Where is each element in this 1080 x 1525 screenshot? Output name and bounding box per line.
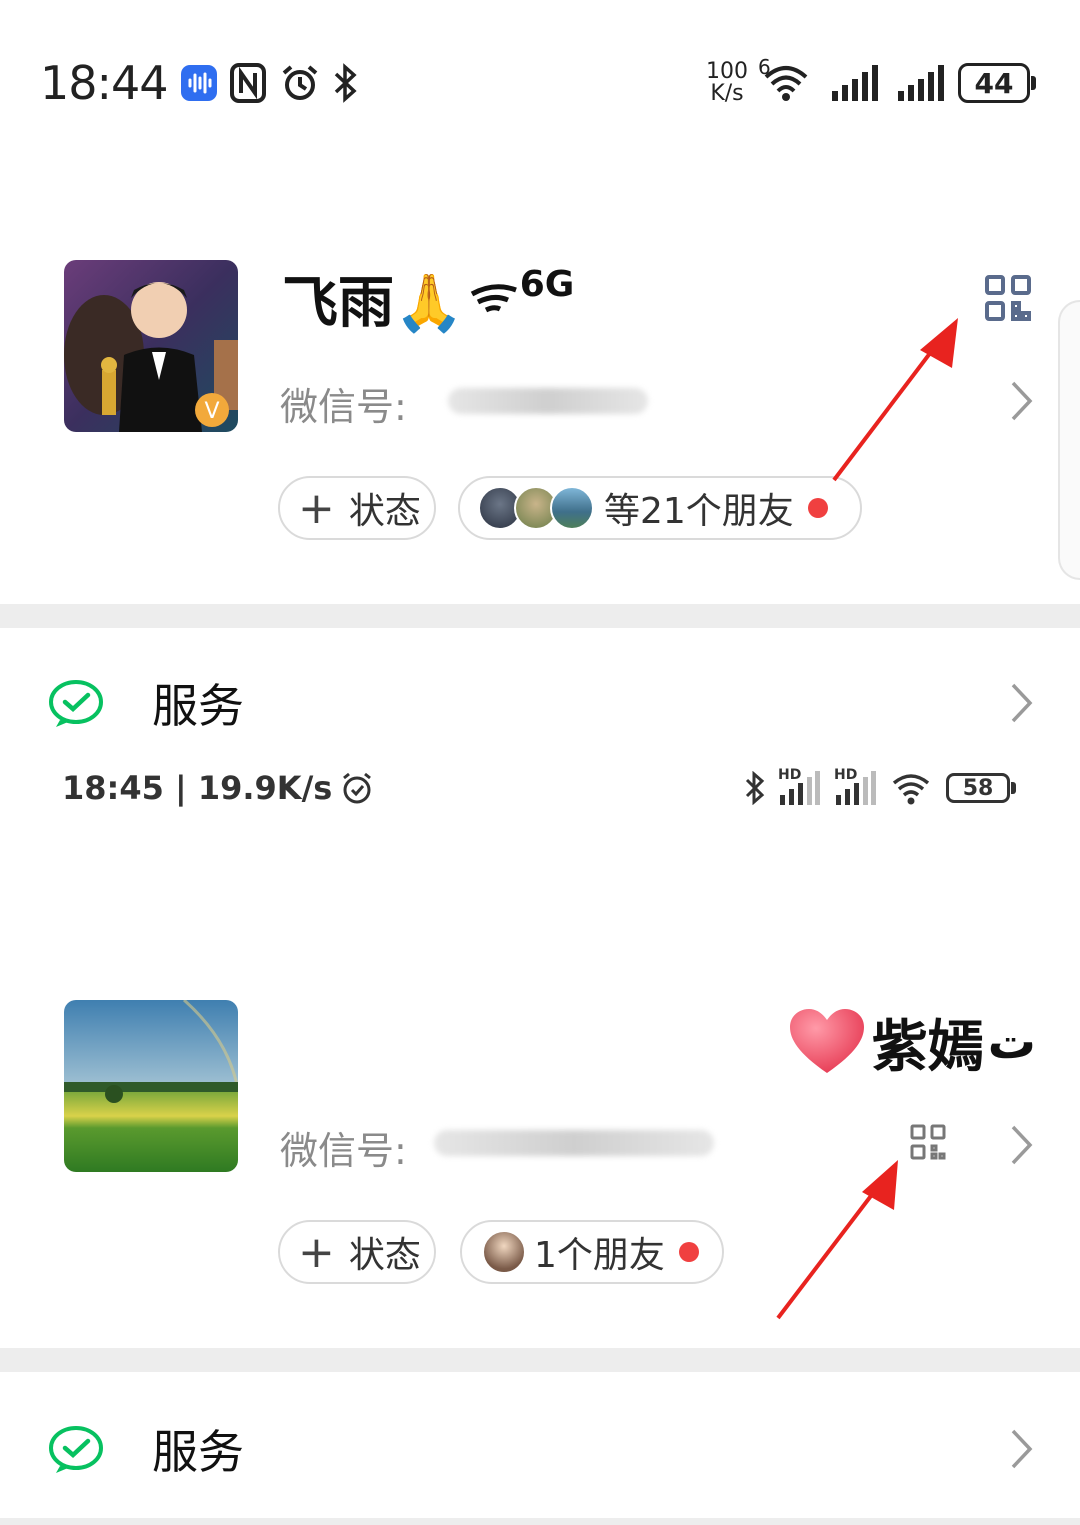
friend-avatar bbox=[550, 486, 594, 530]
chevron-right-icon[interactable] bbox=[1010, 380, 1034, 426]
profile-name-suffix: 6G bbox=[519, 263, 575, 305]
network-speed-value: 100 bbox=[706, 59, 748, 84]
wifi-icon: 6 bbox=[758, 55, 812, 103]
annotation-arrow bbox=[832, 318, 958, 482]
profile-avatar[interactable] bbox=[64, 1000, 238, 1172]
plus-icon: + bbox=[298, 482, 335, 534]
add-status-chip[interactable]: + 状态 bbox=[278, 476, 436, 540]
svg-text:V: V bbox=[204, 399, 219, 424]
signal-icon-sim1: HD bbox=[778, 767, 820, 805]
side-drawer-handle[interactable] bbox=[1058, 300, 1080, 580]
alarm-icon bbox=[280, 63, 320, 103]
profile-name: 飞雨🙏 6G bbox=[282, 262, 575, 336]
friends-chip-label: 1个朋友 bbox=[534, 1235, 665, 1276]
wifi-icon bbox=[890, 771, 932, 805]
friend-avatar bbox=[482, 1230, 526, 1274]
service-row[interactable]: 服务 bbox=[0, 1384, 1080, 1514]
new-indicator-dot bbox=[807, 498, 828, 518]
wechat-pay-icon bbox=[48, 1424, 104, 1474]
network-speed: 100 K/s bbox=[706, 61, 748, 105]
status-time: 18:44 bbox=[40, 56, 169, 110]
status-time-speed: 18:45 | 19.9K/s bbox=[62, 769, 333, 807]
plus-icon: + bbox=[298, 1226, 335, 1278]
hd-label: HD bbox=[778, 767, 802, 783]
wechat-id-redacted bbox=[434, 1130, 714, 1156]
service-row[interactable]: 服务 bbox=[0, 638, 1080, 768]
profile-name-text: 紫嫣 bbox=[871, 1014, 984, 1080]
add-status-label: 状态 bbox=[348, 1235, 421, 1276]
friends-status-chip[interactable]: 1个朋友 bbox=[460, 1220, 724, 1284]
heart-icon bbox=[788, 1007, 866, 1077]
wechat-pay-icon bbox=[48, 678, 104, 728]
battery-icon: 58 bbox=[946, 773, 1016, 803]
signal-icon-sim1 bbox=[830, 65, 878, 101]
status-bar-top: 18:44 100 K/s 6 44 bbox=[0, 48, 1080, 118]
qr-code-icon[interactable] bbox=[984, 274, 1032, 322]
alarm-icon bbox=[340, 771, 374, 805]
bluetooth-icon bbox=[332, 63, 360, 103]
battery-level: 44 bbox=[974, 66, 1014, 100]
wechat-id-label: 微信号: bbox=[280, 385, 407, 429]
bluetooth-icon bbox=[744, 771, 766, 805]
profile-avatar[interactable]: V bbox=[64, 260, 238, 432]
status-bar-second: 18:45 | 19.9K/s HD HD 58 bbox=[0, 762, 1080, 814]
wifi-generation: 6 bbox=[758, 55, 771, 79]
chevron-right-icon[interactable] bbox=[1010, 1124, 1034, 1170]
voice-assistant-icon bbox=[180, 64, 218, 102]
chevron-right-icon[interactable] bbox=[1010, 682, 1034, 728]
friends-chip-label: 等21个朋友 bbox=[604, 491, 794, 532]
network-speed-unit: K/s bbox=[710, 81, 744, 106]
nfc-icon bbox=[229, 63, 266, 103]
service-label: 服务 bbox=[152, 1425, 244, 1479]
section-divider bbox=[0, 604, 1080, 628]
wechat-id-redacted bbox=[448, 388, 648, 414]
add-status-label: 状态 bbox=[348, 491, 421, 532]
section-divider bbox=[0, 1348, 1080, 1372]
add-status-chip[interactable]: + 状态 bbox=[278, 1220, 436, 1284]
service-label: 服务 bbox=[152, 679, 244, 733]
hd-label: HD bbox=[834, 767, 858, 783]
signal-icon-sim2 bbox=[896, 65, 944, 101]
signal-icon-sim2: HD bbox=[834, 767, 876, 805]
wifi-symbol-icon bbox=[468, 278, 520, 318]
bottom-divider bbox=[0, 1518, 1080, 1525]
chevron-right-icon[interactable] bbox=[1010, 1428, 1034, 1474]
profile-name: 紫嫣 ت bbox=[788, 1006, 1036, 1080]
annotation-arrow bbox=[776, 1160, 898, 1320]
profile-name-text: 飞雨🙏 bbox=[282, 270, 464, 336]
battery-level: 58 bbox=[962, 775, 994, 801]
friends-status-chip[interactable]: 等21个朋友 bbox=[458, 476, 862, 540]
wechat-id-label: 微信号: bbox=[280, 1129, 407, 1173]
profile-name-suffix: ت bbox=[987, 1014, 1036, 1070]
new-indicator-dot bbox=[678, 1242, 699, 1262]
battery-icon: 44 bbox=[958, 63, 1036, 103]
